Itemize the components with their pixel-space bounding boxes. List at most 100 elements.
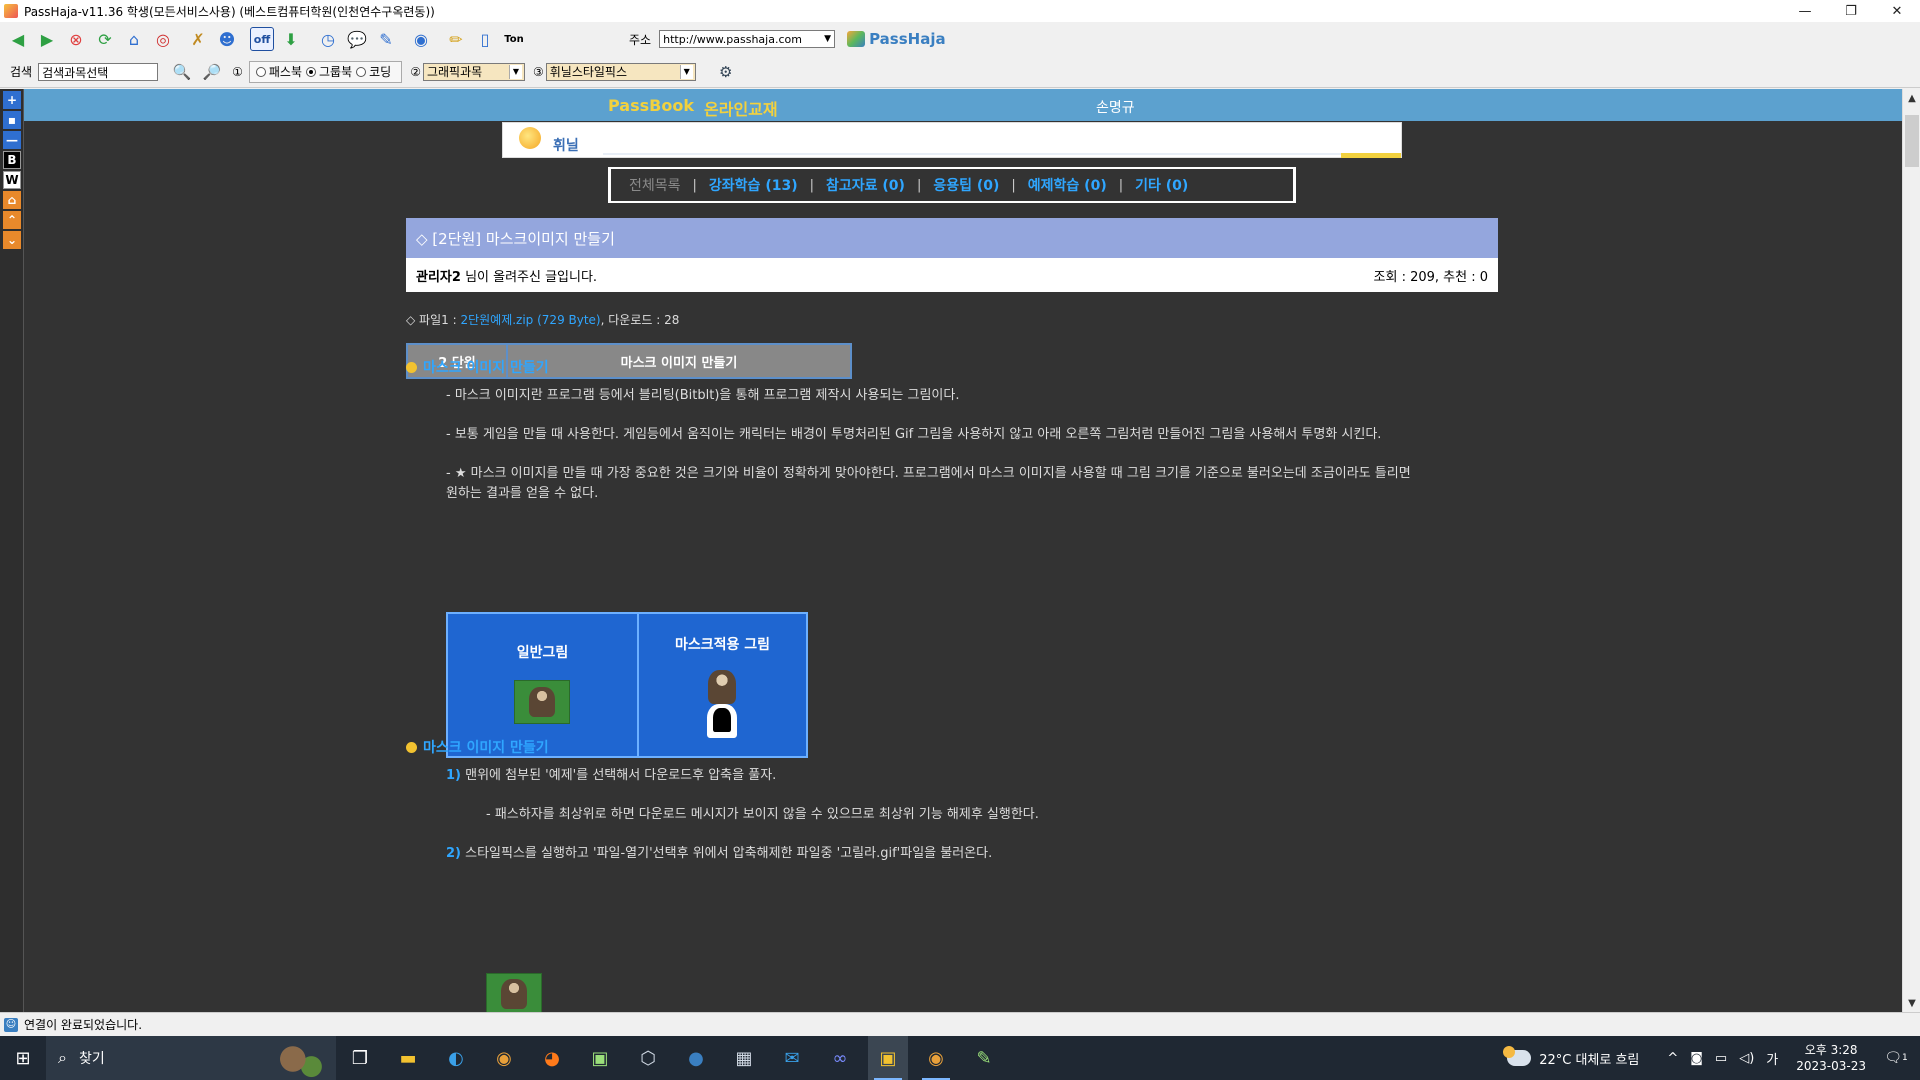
chrome-icon[interactable]: ◉ — [484, 1036, 524, 1080]
step-text: 스타일픽스를 실행하고 '파일-열기'선택후 위에서 압축해제한 파일중 '고릴… — [461, 846, 993, 861]
ime-icon[interactable]: 가 — [1766, 1049, 1778, 1068]
nav-all-list[interactable]: 전체목록 — [629, 175, 681, 195]
online-textbook-label: 온라인교재 — [704, 100, 778, 119]
nav-etc[interactable]: 기타 (0) — [1135, 175, 1188, 195]
scroll-down-button[interactable]: ⌄ — [3, 231, 21, 249]
maximize-button[interactable]: ❐ — [1828, 0, 1874, 22]
address-field[interactable]: http://www.passhaja.com ▼ — [659, 30, 836, 48]
mail-icon[interactable]: ✉ — [772, 1036, 812, 1080]
pencil-icon[interactable]: ✏ — [444, 27, 468, 51]
radio-number: ① — [232, 64, 243, 79]
step-number: 1) — [446, 768, 461, 783]
chevron-up-icon[interactable]: ^ — [1667, 1051, 1678, 1066]
white-theme-button[interactable]: W — [3, 171, 21, 189]
download-icon[interactable]: ⬇ — [279, 27, 303, 51]
refresh-icon[interactable]: ⟳ — [93, 27, 117, 51]
scroll-down-arrow-icon[interactable]: ▼ — [1903, 994, 1920, 1012]
clock[interactable]: 오후 3:28 2023-03-23 — [1796, 1042, 1866, 1074]
book-type-radio-group: 패스북 그룹북 코딩 — [248, 60, 403, 83]
target-icon[interactable]: ◎ — [151, 27, 175, 51]
subject-category-select[interactable]: 그래픽과목 ▼ — [422, 62, 525, 81]
ton-icon[interactable]: Ton — [502, 27, 526, 51]
search-pen-icon[interactable]: ◉ — [409, 27, 433, 51]
author-suffix: 님이 올려주신 글입니다. — [460, 269, 598, 285]
camera-icon[interactable]: ◙ — [1690, 1051, 1703, 1066]
zoom-out-icon[interactable]: 🔎 — [200, 61, 224, 83]
nav-lecture[interactable]: 강좌학습 (13) — [709, 175, 798, 195]
address-label: 주소 — [629, 32, 652, 47]
author-line: 관리자2 님이 올려주신 글입니다. — [416, 266, 597, 285]
chevron-down-icon[interactable]: ▼ — [679, 64, 693, 79]
scroll-up-arrow-icon[interactable]: ▲ — [1903, 89, 1920, 107]
clock-icon[interactable]: ◷ — [316, 27, 340, 51]
subject-select[interactable]: 휘닐스타일픽스 ▼ — [545, 62, 696, 81]
file-link[interactable]: 2단원예제.zip (729 Byte) — [460, 313, 600, 327]
nav-reference[interactable]: 참고자료 (0) — [826, 175, 905, 195]
passhaja-taskbar-icon[interactable]: ▣ — [868, 1036, 908, 1080]
stop-icon[interactable]: ⊗ — [64, 27, 88, 51]
section1-paragraph-3: - ★ 마스크 이미지를 만들 때 가장 중요한 것은 크기와 비율이 정확하게… — [446, 466, 1411, 481]
pen-app-icon[interactable]: ✎ — [964, 1036, 1004, 1080]
zoom-out-button[interactable]: — — [3, 131, 21, 149]
scroll-thumb[interactable] — [1905, 115, 1919, 167]
search-highlight-image — [268, 1040, 330, 1078]
search-input[interactable]: 검색과목선택 — [38, 62, 159, 81]
vertical-scrollbar[interactable]: ▲ ▼ — [1902, 89, 1920, 1012]
back-arrow-icon[interactable]: ◀ — [6, 27, 30, 51]
step-text: 맨위에 첨부된 '예제'를 선택해서 다운로드후 압축을 풀자. — [461, 768, 777, 783]
radio-groupbook[interactable]: 그룹북 — [305, 63, 352, 80]
chevron-down-icon[interactable]: ▼ — [508, 64, 522, 79]
users-icon[interactable]: ☻ — [215, 27, 239, 51]
banner-accent — [1341, 153, 1401, 158]
key-icon[interactable]: ✗ — [186, 27, 210, 51]
minimize-button[interactable]: — — [1782, 0, 1828, 22]
file-explorer-icon[interactable]: ▬ — [388, 1036, 428, 1080]
status-text: 연결이 완료되었습니다. — [24, 1018, 143, 1032]
settings-search-icon[interactable]: ⚙ — [714, 61, 738, 83]
search-toolbar: 검색 검색과목선택 🔍 🔎 ① 패스북 그룹북 코딩 ② 그래픽과목 ▼ ③ 휘… — [0, 56, 1920, 88]
image-editor-icon[interactable]: ▣ — [580, 1036, 620, 1080]
task-view-icon[interactable]: ❐ — [340, 1036, 380, 1080]
store-icon[interactable]: ▦ — [724, 1036, 764, 1080]
gorilla-icon — [529, 687, 555, 717]
weather-widget[interactable]: 22°C 대체로 흐림 — [1503, 1046, 1639, 1068]
volume-icon[interactable]: ◁) — [1739, 1051, 1754, 1066]
zoom-search-icon[interactable]: 🔍 — [170, 61, 194, 83]
radio-coding[interactable]: 코딩 — [356, 63, 391, 80]
app-w-icon[interactable]: ● — [676, 1036, 716, 1080]
home-button[interactable]: ⌂ — [3, 191, 21, 209]
link-app-icon[interactable]: ∞ — [820, 1036, 860, 1080]
passbook-logo[interactable]: PassBook — [608, 96, 694, 115]
nav-tips[interactable]: 응용팁 (0) — [933, 175, 999, 195]
nav-examples[interactable]: 예제학습 (0) — [1028, 175, 1107, 195]
edge-icon[interactable]: ◐ — [436, 1036, 476, 1080]
off-icon[interactable]: off — [250, 27, 274, 51]
course-banner: 휘닐 — [502, 122, 1402, 158]
window-title: PassHaja-v11.36 학생(모든서비스사용) (베스트컴퓨터학원(인천… — [24, 4, 435, 19]
forward-arrow-icon[interactable]: ▶ — [35, 27, 59, 51]
radio-passbook[interactable]: 패스북 — [255, 63, 302, 80]
3d-cube-icon[interactable]: ⬡ — [628, 1036, 668, 1080]
network-icon[interactable]: ▭ — [1715, 1051, 1727, 1066]
edit-icon[interactable]: ✎ — [374, 27, 398, 51]
select-value: 휘닐스타일픽스 — [549, 65, 628, 79]
mask-image-cell: 마스크적용 그림 — [638, 612, 808, 758]
chrome-2-icon[interactable]: ◉ — [916, 1036, 956, 1080]
scroll-up-button[interactable]: ⌃ — [3, 211, 21, 229]
chat-icon[interactable]: 💬 — [345, 27, 369, 51]
attachment-line: ◇ 파일1 : 2단원예제.zip (729 Byte), 다운로드 : 28 — [406, 311, 679, 328]
close-button[interactable]: ✕ — [1874, 0, 1920, 22]
mask-gorilla-image — [706, 670, 737, 740]
chevron-down-icon[interactable]: ▼ — [824, 34, 831, 44]
taskbar-search[interactable]: ⌕ 찾기 — [46, 1036, 336, 1080]
zoom-reset-button[interactable]: ▪ — [3, 111, 21, 129]
nav-separator: | — [692, 177, 697, 193]
windows-start-icon[interactable]: ⊞ — [0, 1036, 46, 1080]
notification-icon[interactable]: 🗨 1 — [1882, 1044, 1910, 1072]
section1-paragraph-3-cont: 원하는 결과를 얻을 수 없다. — [446, 486, 599, 501]
black-theme-button[interactable]: B — [3, 151, 21, 169]
firefox-icon[interactable]: ◕ — [532, 1036, 572, 1080]
notebook-icon[interactable]: ▯ — [473, 27, 497, 51]
zoom-in-button[interactable]: + — [3, 91, 21, 109]
home-icon[interactable]: ⌂ — [122, 27, 146, 51]
